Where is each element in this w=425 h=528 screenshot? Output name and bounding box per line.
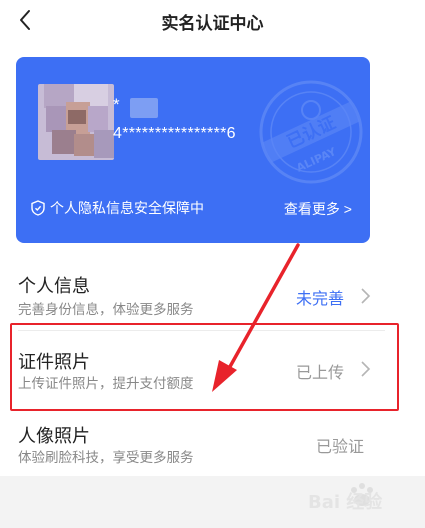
privacy-notice: 个人隐私信息安全保障中 [30,198,204,218]
row-title: 证件照片 [18,352,90,372]
avatar [38,84,114,160]
divider [18,330,385,331]
chevron-right-icon [361,361,371,377]
name-blur [130,98,158,118]
row-subtitle: 完善身份信息，体验更多服务 [18,302,194,317]
row-subtitle: 上传证件照片，提升支付额度 [18,376,194,391]
status-label: 已验证 [316,439,365,456]
privacy-text: 个人隐私信息安全保障中 [50,200,204,216]
divider [18,410,385,411]
verified-stamp-icon: 已认证 ALIPAY [259,80,363,184]
chevron-right-icon [361,288,371,304]
page-title: 实名认证中心 [161,14,264,33]
stamp-brand: ALIPAY [294,145,339,175]
shield-icon [31,200,45,216]
baidu-watermark-icon: Bai 经验 [308,483,383,513]
view-more-link[interactable]: 查看更多 > [284,199,352,219]
status-label: 未完善 [296,291,345,308]
status-label: 已上传 [296,365,345,382]
masked-id-number: 4****************6 [113,125,236,142]
list-item-personal-info[interactable]: 个人信息 完善身份信息，体验更多服务 未完善 [0,272,385,344]
watermark-text: Bai 经验 [308,491,383,513]
nav-bar: 实名认证中心 [0,0,425,42]
identity-card: 已认证 ALIPAY * 4****************6 个人隐私信息安全… [16,57,370,243]
row-subtitle: 体验刷脸科技，享受更多服务 [18,450,194,465]
masked-name: * [113,95,120,114]
row-title: 人像照片 [18,426,90,446]
row-title: 个人信息 [18,276,90,296]
